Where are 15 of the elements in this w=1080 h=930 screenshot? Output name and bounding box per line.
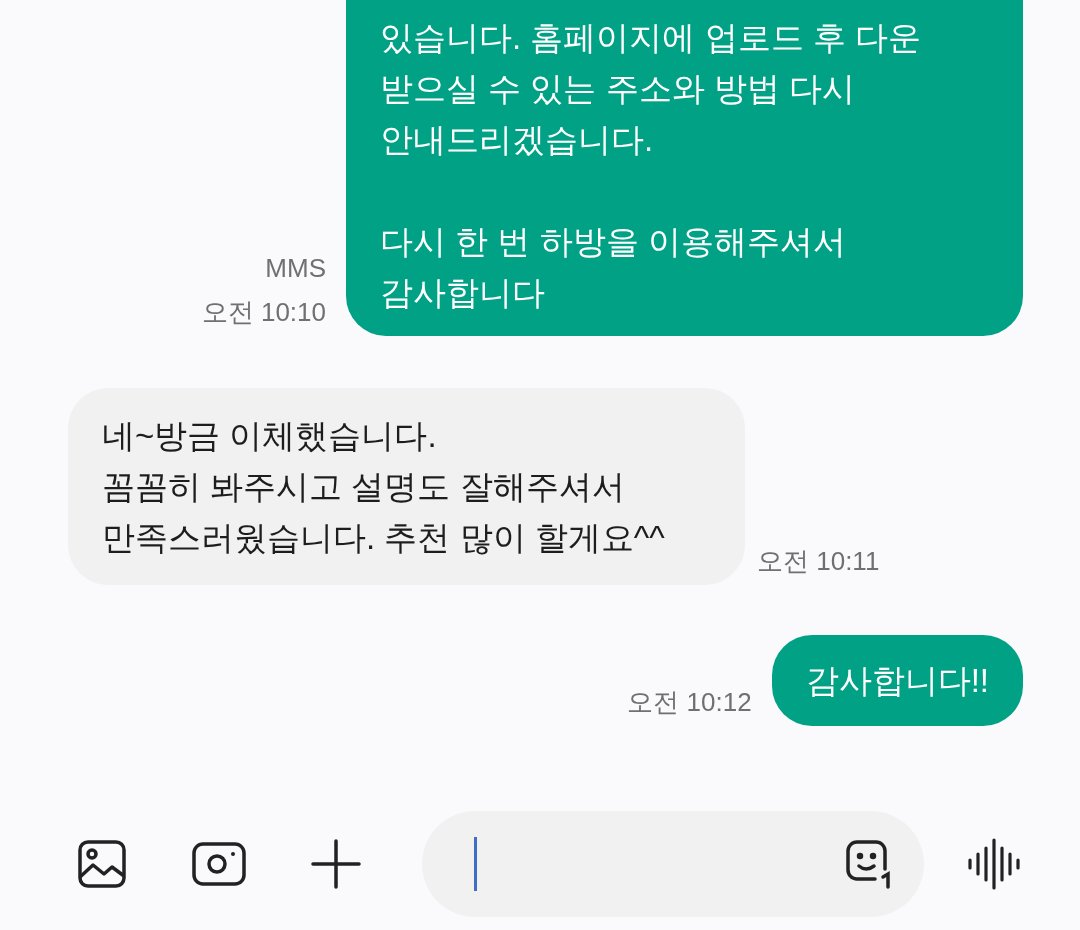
message-meta: 오전 10:11 <box>757 545 880 578</box>
waveform-icon <box>967 838 1021 890</box>
message-meta: MMS <box>265 252 326 285</box>
add-button[interactable] <box>310 838 362 890</box>
message-meta: 오전 10:12 <box>627 686 752 719</box>
plus-icon <box>311 839 361 889</box>
voice-button[interactable] <box>966 838 1022 890</box>
camera-icon <box>192 842 246 886</box>
text-cursor <box>474 837 477 891</box>
message-bubble: 네~방금 이체했습니다. 꼼꼼히 봐주시고 설명도 잘해주셔서 만족스러웠습니다. 추천 많이 할게요^^ <box>68 388 745 585</box>
message-bubble: 있습니다. 홈페이지에 업로드 후 다운 받으실 수 있는 주소와 방법 다시 안내드리겠습니다. 다시 한 번 하방을 이용해주셔서 감사합니다 <box>346 0 1023 336</box>
image-icon <box>77 839 127 889</box>
message-bubble: 감사합니다!! <box>771 635 1023 726</box>
message-meta: 오전 10:10 <box>201 296 326 329</box>
gallery-button[interactable] <box>76 838 128 890</box>
